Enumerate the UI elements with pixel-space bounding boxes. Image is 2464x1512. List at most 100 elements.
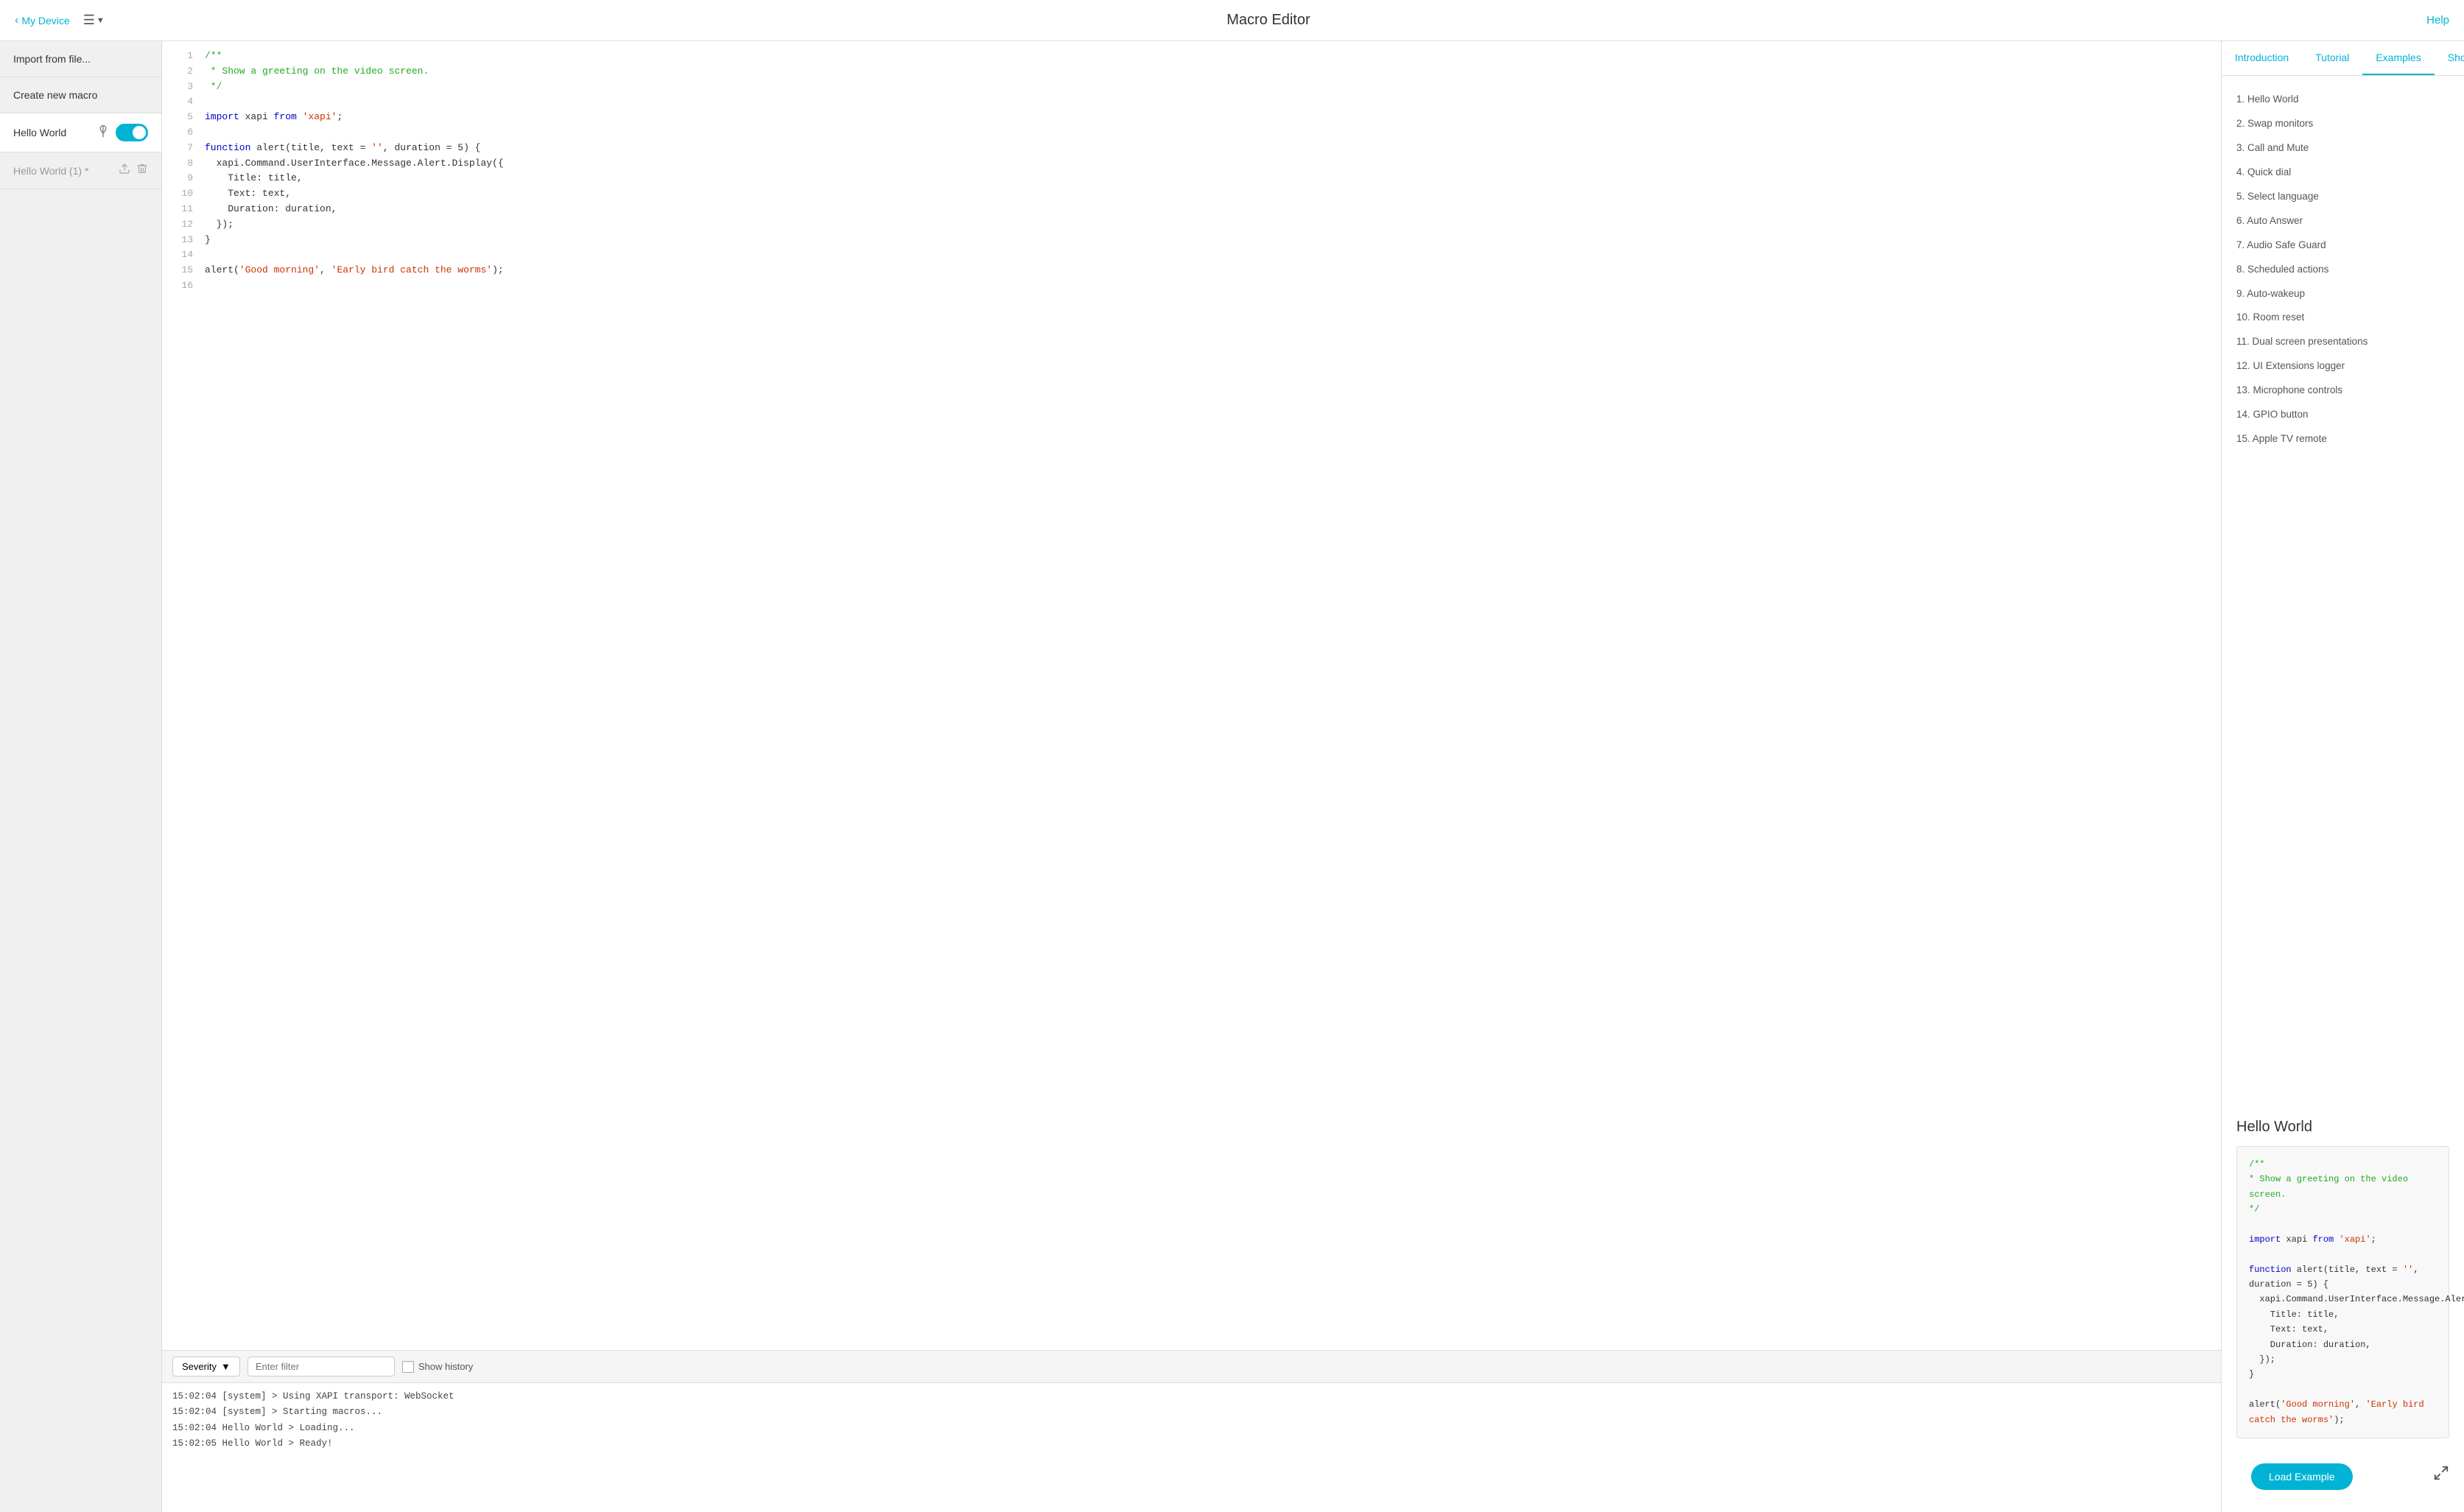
back-arrow-icon: ‹ (15, 14, 18, 27)
back-link[interactable]: ‹ My Device (15, 14, 70, 27)
expand-icon[interactable] (2433, 1465, 2449, 1485)
list-item[interactable]: 1. Hello World (2236, 88, 2449, 112)
create-new-macro[interactable]: Create new macro (0, 77, 161, 113)
load-example-button[interactable]: Load Example (2251, 1463, 2353, 1490)
severity-arrow-icon: ▼ (221, 1361, 231, 1372)
list-item[interactable]: 2. Swap monitors (2236, 112, 2449, 136)
macro-draft-actions (119, 163, 148, 178)
hw-code-body4: Duration: duration, (2249, 1337, 2437, 1352)
list-item[interactable]: 15. Apple TV remote (2236, 427, 2449, 451)
hw-code-close: } (2249, 1367, 2437, 1382)
example-link[interactable]: 3. Call and Mute (2236, 142, 2309, 153)
code-line: 8 xapi.Command.UserInterface.Message.Ale… (162, 156, 2221, 172)
list-item[interactable]: 3. Call and Mute (2236, 136, 2449, 161)
macro-toggle[interactable] (116, 124, 148, 141)
hw-code-comment3: */ (2249, 1202, 2437, 1217)
macro-item-hello-world[interactable]: Hello World (0, 113, 161, 152)
code-line: 10 Text: text, (162, 186, 2221, 202)
list-item[interactable]: 12. UI Extensions logger (2236, 354, 2449, 379)
example-link[interactable]: 8. Scheduled actions (2236, 264, 2328, 275)
hw-code-call: alert('Good morning', 'Early bird catch … (2249, 1397, 2437, 1427)
list-item[interactable]: 14. GPIO button (2236, 403, 2449, 427)
example-link[interactable]: 13. Microphone controls (2236, 384, 2342, 395)
list-item[interactable]: 11. Dual screen presentations (2236, 330, 2449, 354)
code-line: 15alert('Good morning', 'Early bird catc… (162, 263, 2221, 278)
example-link[interactable]: 7. Audio Safe Guard (2236, 239, 2326, 250)
line-code: }); (205, 217, 234, 233)
example-link[interactable]: 1. Hello World (2236, 94, 2299, 105)
tab-shortcuts[interactable]: Shortcuts (2435, 41, 2464, 75)
macro-name: Hello World (13, 127, 66, 138)
severity-button[interactable]: Severity ▼ (172, 1357, 240, 1376)
code-line: 3 */ (162, 80, 2221, 95)
code-line: 1/** (162, 49, 2221, 64)
line-code: Text: text, (205, 186, 291, 202)
example-link[interactable]: 5. Select language (2236, 191, 2319, 202)
example-link[interactable]: 11. Dual screen presentations (2236, 336, 2368, 347)
list-item[interactable]: 10. Room reset (2236, 306, 2449, 330)
tab-examples[interactable]: Examples (2362, 41, 2434, 75)
macro-delete-icon[interactable] (136, 163, 148, 178)
examples-list: 1. Hello World 2. Swap monitors 3. Call an… (2236, 88, 2449, 451)
log-line: 15:02:05 Hello World > Ready! (172, 1436, 2211, 1452)
top-bar: ‹ My Device ☰ ▼ Macro Editor Help (0, 0, 2464, 41)
example-link[interactable]: 12. UI Extensions logger (2236, 360, 2345, 371)
hw-code-body1: xapi.Command.UserInterface.Message.Alert… (2249, 1292, 2437, 1307)
show-history-label[interactable]: Show history (402, 1361, 473, 1373)
code-content[interactable]: 1/**2 * Show a greeting on the video scr… (162, 41, 2221, 1350)
line-number: 13 (169, 233, 193, 248)
macro-item-hello-world-draft[interactable]: Hello World (1) * (0, 152, 161, 189)
example-link[interactable]: 9. Auto-wakeup (2236, 288, 2305, 299)
hw-code-comment1: /** (2249, 1157, 2437, 1172)
log-area: Severity ▼ Show history 15:02:04 [system… (162, 1350, 2221, 1512)
list-item[interactable]: 13. Microphone controls (2236, 379, 2449, 403)
example-link[interactable]: 2. Swap monitors (2236, 118, 2313, 129)
list-item[interactable]: 7. Audio Safe Guard (2236, 233, 2449, 258)
hw-code-comment2: * Show a greeting on the video screen. (2249, 1172, 2437, 1202)
line-code: } (205, 233, 211, 248)
example-link[interactable]: 10. Room reset (2236, 312, 2304, 323)
filter-input[interactable] (248, 1357, 395, 1376)
back-label: My Device (21, 15, 69, 27)
list-item[interactable]: 9. Auto-wakeup (2236, 282, 2449, 306)
sidebar: Import from file... Create new macro Hel… (0, 41, 162, 1512)
line-code: alert('Good morning', 'Early bird catch … (205, 263, 504, 278)
example-link[interactable]: 15. Apple TV remote (2236, 433, 2327, 444)
log-line: 15:02:04 [system] > Starting macros... (172, 1404, 2211, 1420)
line-code: * Show a greeting on the video screen. (205, 64, 429, 80)
line-number: 3 (169, 80, 193, 95)
list-item[interactable]: 8. Scheduled actions (2236, 258, 2449, 282)
line-number: 12 (169, 217, 193, 233)
line-number: 4 (169, 94, 193, 110)
example-link[interactable]: 4. Quick dial (2236, 166, 2291, 177)
menu-icon: ☰ (83, 13, 95, 28)
tab-tutorial[interactable]: Tutorial (2302, 41, 2362, 75)
show-history-checkbox[interactable] (402, 1361, 414, 1373)
line-code: */ (205, 80, 222, 95)
menu-arrow-icon: ▼ (96, 16, 105, 25)
list-item[interactable]: 6. Auto Answer (2236, 209, 2449, 233)
menu-button[interactable]: ☰ ▼ (77, 10, 110, 31)
help-button[interactable]: Help (2426, 14, 2449, 27)
macro-pin-icon[interactable] (96, 124, 110, 141)
code-editor[interactable]: 1/**2 * Show a greeting on the video scr… (162, 41, 2221, 1350)
line-number: 10 (169, 186, 193, 202)
macro-export-icon[interactable] (119, 163, 130, 178)
line-number: 8 (169, 156, 193, 172)
line-number: 9 (169, 171, 193, 186)
tab-introduction[interactable]: Introduction (2222, 41, 2302, 75)
hw-code-body3: Text: text, (2249, 1322, 2437, 1337)
editor-area: 1/**2 * Show a greeting on the video scr… (162, 41, 2221, 1512)
hw-code-blank2 (2249, 1247, 2437, 1262)
example-link[interactable]: 6. Auto Answer (2236, 215, 2303, 226)
line-number: 6 (169, 125, 193, 141)
top-bar-left: ‹ My Device ☰ ▼ (15, 10, 110, 31)
import-from-file[interactable]: Import from file... (0, 41, 161, 77)
list-item[interactable]: 5. Select language (2236, 185, 2449, 209)
list-item[interactable]: 4. Quick dial (2236, 161, 2449, 185)
toggle-slider (116, 124, 148, 141)
example-link[interactable]: 14. GPIO button (2236, 409, 2309, 420)
hello-world-section: Hello World /** * Show a greeting on the… (2222, 1119, 2464, 1453)
hw-code-body2: Title: title, (2249, 1307, 2437, 1322)
log-toolbar: Severity ▼ Show history (162, 1351, 2221, 1383)
